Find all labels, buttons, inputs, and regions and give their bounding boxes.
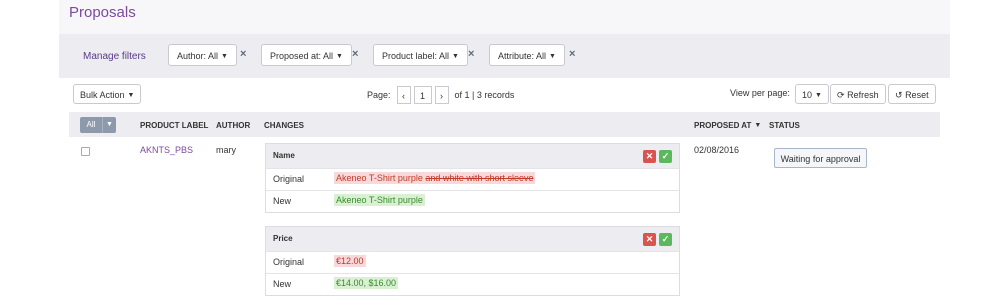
column-author[interactable]: AUTHOR (216, 121, 250, 130)
original-value: €12.00 (334, 255, 366, 267)
change-card-header: Name ✕ ✓ (266, 144, 679, 168)
remove-author-filter-icon[interactable]: × (240, 48, 246, 60)
product-label-filter-label: Product label: All (382, 51, 450, 61)
accept-change-icon[interactable]: ✓ (659, 233, 672, 246)
original-label: Original (273, 174, 305, 184)
column-product-label[interactable]: PRODUCT LABEL (140, 121, 208, 130)
sort-desc-icon: ▼ (754, 122, 762, 129)
refresh-label: Refresh (847, 90, 879, 100)
bulk-action-dropdown[interactable]: Bulk Action ▼ (73, 84, 142, 104)
author-filter-label: Author: All (177, 51, 219, 61)
proposed-at-filter-button[interactable]: Proposed at: All ▼ (261, 44, 352, 66)
pagination: Page: ‹ 1 › of 1 | 3 records (367, 85, 514, 105)
caret-down-icon: ▼ (549, 53, 556, 60)
caret-down-icon: ▼ (815, 92, 822, 99)
page-label: Page: (367, 90, 391, 100)
reset-icon: ↺ (895, 90, 903, 100)
original-row: Original Akeneo T-Shirt purple and white… (266, 168, 679, 190)
caret-down-icon: ▼ (452, 53, 459, 60)
select-all-dropdown[interactable]: All ▼ (80, 117, 116, 133)
status-badge: Waiting for approval (774, 148, 867, 168)
caret-down-icon: ▼ (221, 53, 228, 60)
manage-filters-link[interactable]: Manage filters (83, 51, 146, 62)
bulk-action-label: Bulk Action (80, 90, 125, 100)
new-label: New (273, 196, 292, 206)
attribute-filter-label: Attribute: All (498, 51, 547, 61)
select-all-label: All (80, 117, 103, 133)
caret-down-icon: ▼ (127, 92, 135, 99)
author-filter-button[interactable]: Author: All ▼ (168, 44, 237, 66)
view-per-page-value: 10 (802, 90, 813, 100)
new-row: New Akeneo T-Shirt purple (266, 190, 679, 212)
page-title: Proposals (69, 4, 136, 21)
view-per-page-label: View per page: (730, 88, 790, 98)
new-label: New (273, 279, 292, 289)
refresh-icon: ⟳ (837, 90, 845, 100)
author-cell: mary (216, 145, 236, 155)
page-number-input[interactable]: 1 (413, 86, 432, 104)
remove-attribute-filter-icon[interactable]: × (569, 48, 575, 60)
change-card-header: Price ✕ ✓ (266, 227, 679, 251)
proposed-at-cell: 02/08/2016 (694, 145, 740, 155)
proposed-at-filter-label: Proposed at: All (270, 51, 334, 61)
attribute-filter-button[interactable]: Attribute: All ▼ (489, 44, 565, 66)
attribute-name: Name (273, 151, 295, 160)
remove-product-label-filter-icon[interactable]: × (468, 48, 474, 60)
attribute-name: Price (273, 234, 293, 243)
filter-bar: Manage filters Author: All ▼ × Proposed a… (59, 34, 950, 78)
new-row: New €14.00, $16.00 (266, 273, 679, 295)
reject-change-icon[interactable]: ✕ (643, 233, 656, 246)
view-per-page-dropdown[interactable]: 10 ▼ (795, 84, 829, 104)
proposed-at-header-label: PROPOSED AT (694, 121, 752, 130)
reset-button[interactable]: ↺ Reset (888, 84, 936, 104)
change-card-price: Price ✕ ✓ Original €12.00 New €14.00, $1… (265, 226, 680, 296)
original-value: Akeneo T-Shirt purple and white with sho… (334, 172, 536, 184)
new-value: Akeneo T-Shirt purple (334, 194, 425, 206)
remove-proposed-at-filter-icon[interactable]: × (352, 48, 358, 60)
change-card-name: Name ✕ ✓ Original Akeneo T-Shirt purple … (265, 143, 680, 213)
column-proposed-at[interactable]: PROPOSED AT ▼ (694, 121, 761, 130)
original-label: Original (273, 257, 305, 267)
next-page-button[interactable]: › (434, 86, 449, 104)
table-header: All ▼ PRODUCT LABEL AUTHOR CHANGES PROPO… (69, 112, 940, 137)
original-kept-text: Akeneo T-Shirt purple (336, 173, 423, 183)
new-value: €14.00, $16.00 (334, 277, 399, 289)
caret-down-icon: ▼ (336, 53, 343, 60)
row-checkbox[interactable] (81, 147, 90, 156)
reset-label: Reset (905, 90, 929, 100)
proposals-panel: Proposals Manage filters Author: All ▼ × … (59, 0, 950, 308)
column-changes: CHANGES (264, 121, 305, 130)
product-label-filter-button[interactable]: Product label: All ▼ (373, 44, 468, 66)
original-row: Original €12.00 (266, 251, 679, 273)
column-status: STATUS (769, 121, 800, 130)
product-label-link[interactable]: AKNTS_PBS (140, 145, 193, 155)
caret-down-icon: ▼ (106, 121, 113, 128)
reject-change-icon[interactable]: ✕ (643, 150, 656, 163)
accept-change-icon[interactable]: ✓ (659, 150, 672, 163)
prev-page-button[interactable]: ‹ (396, 86, 411, 104)
page-header: Proposals (59, 0, 950, 34)
original-removed-text: and white with short sleeve (425, 173, 534, 183)
refresh-button[interactable]: ⟳ Refresh (830, 84, 886, 104)
page-total-label: of 1 | 3 records (454, 90, 515, 100)
